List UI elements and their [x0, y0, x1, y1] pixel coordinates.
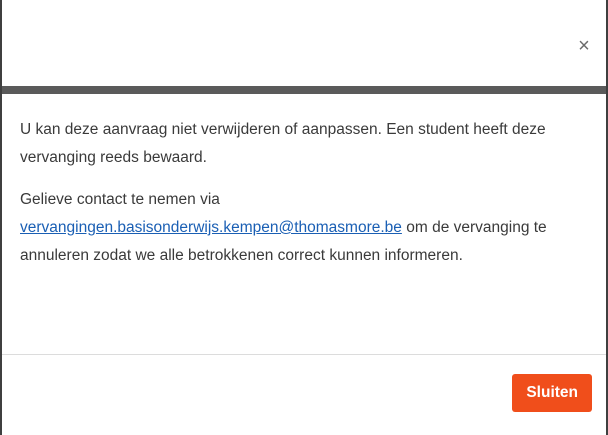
email-link[interactable]: vervangingen.basisonderwijs.kempen@thoma…: [20, 219, 402, 236]
modal-header: ×: [2, 0, 606, 86]
contact-prefix: Gelieve contact te nemen via: [20, 191, 220, 208]
footer-divider: [2, 354, 606, 355]
close-button[interactable]: Sluiten: [512, 374, 592, 412]
contact-paragraph: Gelieve contact te nemen via vervangingen…: [20, 186, 592, 270]
header-bar: [2, 86, 606, 94]
modal-body: U kan deze aanvraag niet verwijderen of …: [2, 94, 606, 284]
modal-dialog: × U kan deze aanvraag niet verwijderen o…: [0, 0, 608, 435]
message-paragraph: U kan deze aanvraag niet verwijderen of …: [20, 121, 546, 166]
close-icon[interactable]: ×: [574, 36, 594, 56]
